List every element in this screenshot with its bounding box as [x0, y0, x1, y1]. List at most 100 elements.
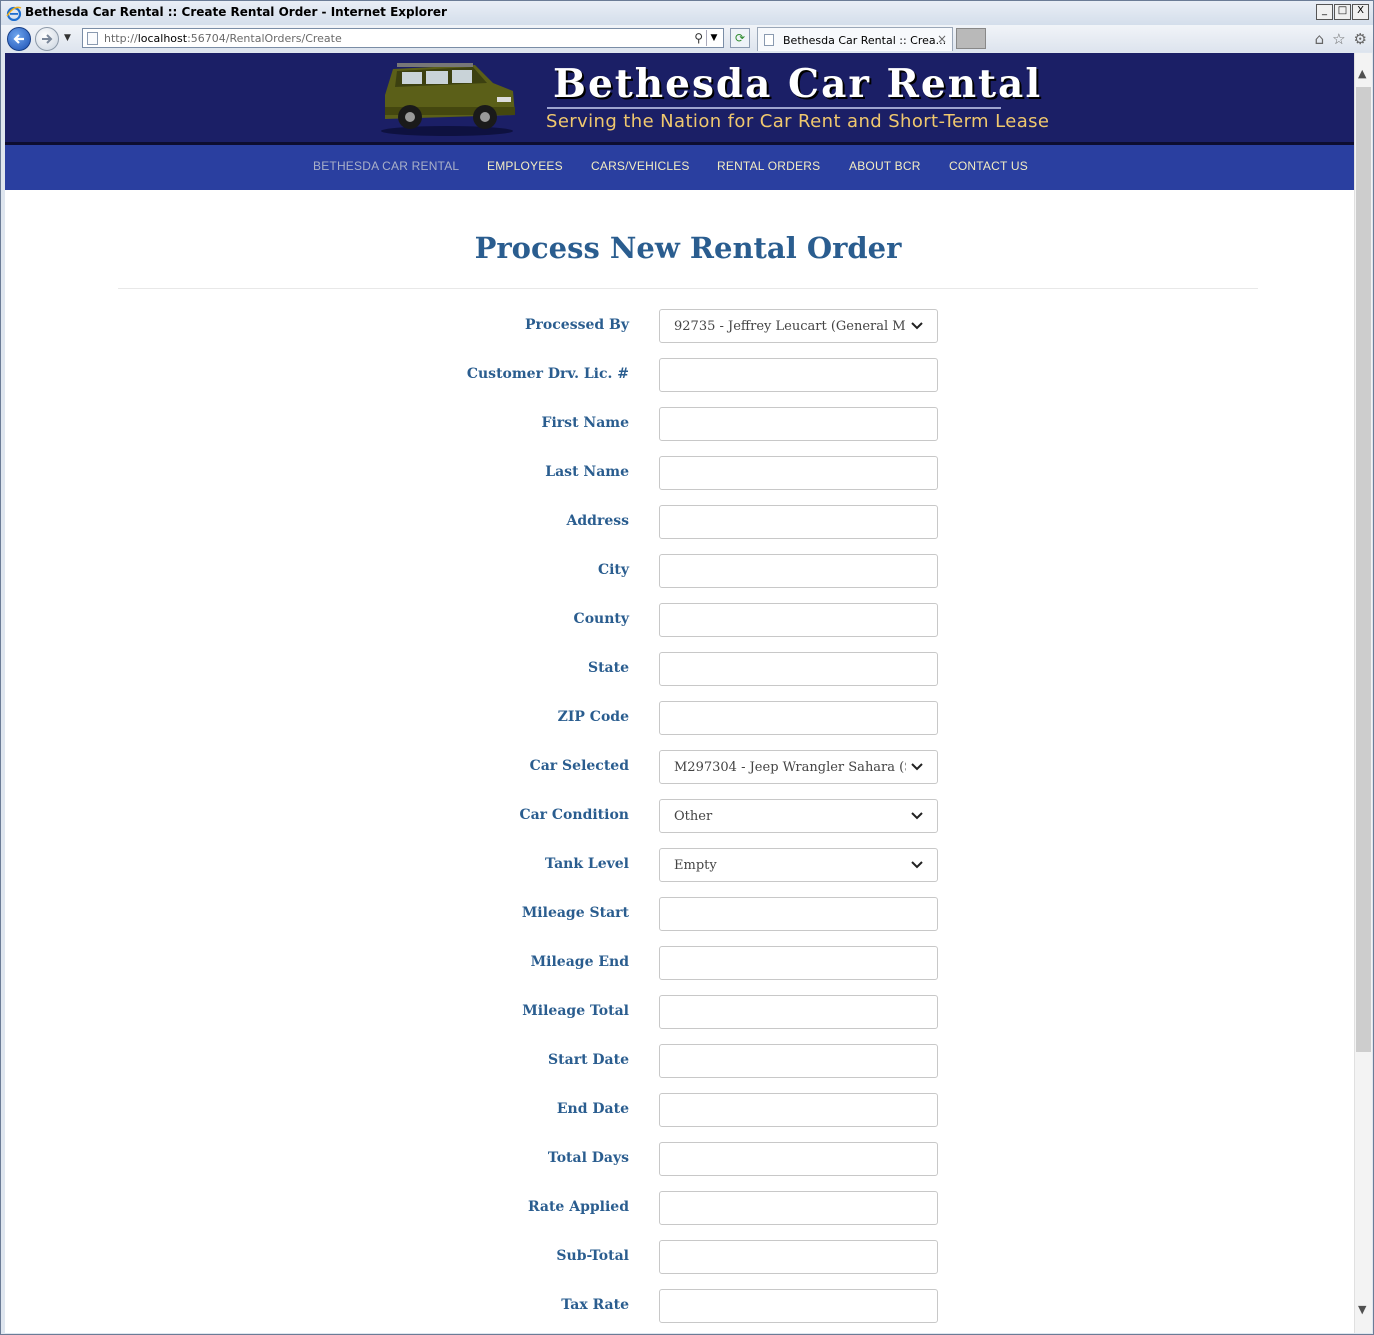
- form-row-end-date: End Date: [5, 1093, 1354, 1127]
- car-condition-select[interactable]: Other: [659, 799, 938, 833]
- browser-toolbar: ▼ http://localhost:56704/RentalOrders/Cr…: [1, 25, 1373, 52]
- minimize-button[interactable]: _: [1316, 4, 1333, 20]
- favorites-star-icon[interactable]: ☆: [1332, 30, 1345, 48]
- rate-applied-input[interactable]: [659, 1191, 938, 1225]
- form-row-customer-drv-lic: Customer Drv. Lic. #: [5, 358, 1354, 392]
- mileage-end-input[interactable]: [659, 946, 938, 980]
- forward-button[interactable]: [35, 27, 59, 51]
- nav-cars-vehicles[interactable]: CARS/VEHICLES: [591, 159, 690, 173]
- new-tab-button[interactable]: [956, 28, 986, 49]
- home-icon[interactable]: ⌂: [1315, 30, 1325, 48]
- form-row-car-condition: Car Condition Other: [5, 799, 1354, 833]
- first-name-input[interactable]: [659, 407, 938, 441]
- form-row-rate-applied: Rate Applied: [5, 1191, 1354, 1225]
- zip-code-label: ZIP Code: [557, 709, 629, 725]
- total-days-input[interactable]: [659, 1142, 938, 1176]
- address-bar[interactable]: http://localhost:56704/RentalOrders/Crea…: [82, 28, 724, 48]
- site-nav: BETHESDA CAR RENTAL EMPLOYEES CARS/VEHIC…: [5, 145, 1354, 190]
- browser-tab[interactable]: Bethesda Car Rental :: Crea... ×: [757, 27, 953, 51]
- car-condition-selected-value: Other: [674, 809, 713, 824]
- settings-gear-icon[interactable]: ⚙: [1354, 30, 1367, 48]
- form-row-car-selected: Car Selected M297304 - Jeep Wrangler Saha…: [5, 750, 1354, 784]
- mileage-end-label: Mileage End: [530, 954, 629, 970]
- mileage-total-input[interactable]: [659, 995, 938, 1029]
- form-row-mileage-start: Mileage Start: [5, 897, 1354, 931]
- city-label: City: [597, 562, 629, 578]
- window-title: Bethesda Car Rental :: Create Rental Ord…: [25, 5, 447, 19]
- county-input[interactable]: [659, 603, 938, 637]
- nav-employees[interactable]: EMPLOYEES: [487, 159, 563, 173]
- tab-title: Bethesda Car Rental :: Crea...: [783, 34, 947, 47]
- end-date-label: End Date: [556, 1101, 629, 1117]
- processed-by-label: Processed By: [525, 317, 629, 333]
- compatibility-refresh-icon[interactable]: ⟳: [730, 28, 750, 48]
- form-row-city: City: [5, 554, 1354, 588]
- page-title: Process New Rental Order: [474, 231, 902, 265]
- car-selected-select[interactable]: M297304 - Jeep Wrangler Sahara (SUV): [659, 750, 938, 784]
- start-date-input[interactable]: [659, 1044, 938, 1078]
- chevron-down-icon: [911, 322, 923, 330]
- title-divider: [118, 288, 1258, 289]
- history-dropdown-icon[interactable]: ▼: [64, 33, 71, 43]
- scroll-down-icon[interactable]: ▼: [1358, 1303, 1366, 1316]
- site-banner: Bethesda Car Rental Serving the Nation f…: [5, 53, 1354, 145]
- tax-rate-input[interactable]: [659, 1289, 938, 1323]
- chevron-down-icon: [911, 861, 923, 869]
- tax-rate-label: Tax Rate: [561, 1297, 629, 1313]
- car-selected-label: Car Selected: [529, 758, 629, 774]
- state-input[interactable]: [659, 652, 938, 686]
- processed-by-selected-value: 92735 - Jeffrey Leucart (General Manager…: [674, 319, 906, 334]
- site-brand: Bethesda Car Rental: [553, 61, 1043, 107]
- form-row-address: Address: [5, 505, 1354, 539]
- form-row-county: County: [5, 603, 1354, 637]
- address-dropdown-icon[interactable]: ▼: [706, 30, 721, 46]
- mileage-total-label: Mileage Total: [522, 1003, 629, 1019]
- start-date-label: Start Date: [548, 1052, 629, 1068]
- sub-total-input[interactable]: [659, 1240, 938, 1274]
- forward-arrow-icon: [42, 34, 53, 44]
- nav-about[interactable]: ABOUT BCR: [849, 159, 921, 173]
- nav-home[interactable]: BETHESDA CAR RENTAL: [313, 159, 459, 173]
- chevron-down-icon: [911, 812, 923, 820]
- sub-total-label: Sub-Total: [556, 1248, 629, 1264]
- tank-level-label: Tank Level: [544, 856, 629, 872]
- last-name-input[interactable]: [659, 456, 938, 490]
- address-label: Address: [566, 513, 630, 529]
- mileage-start-label: Mileage Start: [521, 905, 629, 921]
- tab-close-icon[interactable]: ×: [937, 32, 947, 46]
- zip-code-input[interactable]: [659, 701, 938, 735]
- county-label: County: [573, 611, 629, 627]
- window-controls: _ □ X: [1316, 4, 1369, 20]
- state-label: State: [587, 660, 629, 676]
- brand-divider: [547, 107, 1001, 109]
- tab-page-icon: [764, 34, 774, 46]
- search-icon[interactable]: ⚲: [694, 31, 703, 45]
- end-date-input[interactable]: [659, 1093, 938, 1127]
- browser-tools: ⌂ ☆ ⚙: [1315, 30, 1367, 48]
- back-button[interactable]: [7, 27, 31, 51]
- page-icon: [87, 32, 98, 45]
- page-viewport: Bethesda Car Rental Serving the Nation f…: [5, 53, 1354, 1333]
- nav-rental-orders[interactable]: RENTAL ORDERS: [717, 159, 820, 173]
- scroll-up-icon[interactable]: ▲: [1358, 67, 1366, 80]
- vertical-scrollbar[interactable]: ▲ ▼: [1354, 53, 1372, 1333]
- scrollbar-thumb[interactable]: [1356, 87, 1371, 1052]
- maximize-button[interactable]: □: [1334, 4, 1351, 20]
- nav-contact[interactable]: CONTACT US: [949, 159, 1028, 173]
- form-row-mileage-total: Mileage Total: [5, 995, 1354, 1029]
- car-condition-label: Car Condition: [519, 807, 629, 823]
- rate-applied-label: Rate Applied: [527, 1199, 629, 1215]
- browser-window: Bethesda Car Rental :: Create Rental Ord…: [0, 0, 1374, 1335]
- customer-drv-lic-input[interactable]: [659, 358, 938, 392]
- address-input[interactable]: [659, 505, 938, 539]
- form-row-last-name: Last Name: [5, 456, 1354, 490]
- form-row-sub-total: Sub-Total: [5, 1240, 1354, 1274]
- car-logo-icon: [381, 63, 515, 136]
- address-url[interactable]: http://localhost:56704/RentalOrders/Crea…: [104, 32, 342, 45]
- mileage-start-input[interactable]: [659, 897, 938, 931]
- processed-by-select[interactable]: 92735 - Jeffrey Leucart (General Manager…: [659, 309, 938, 343]
- tank-level-select[interactable]: Empty: [659, 848, 938, 882]
- city-input[interactable]: [659, 554, 938, 588]
- tank-level-selected-value: Empty: [674, 858, 717, 873]
- close-button[interactable]: X: [1352, 4, 1369, 20]
